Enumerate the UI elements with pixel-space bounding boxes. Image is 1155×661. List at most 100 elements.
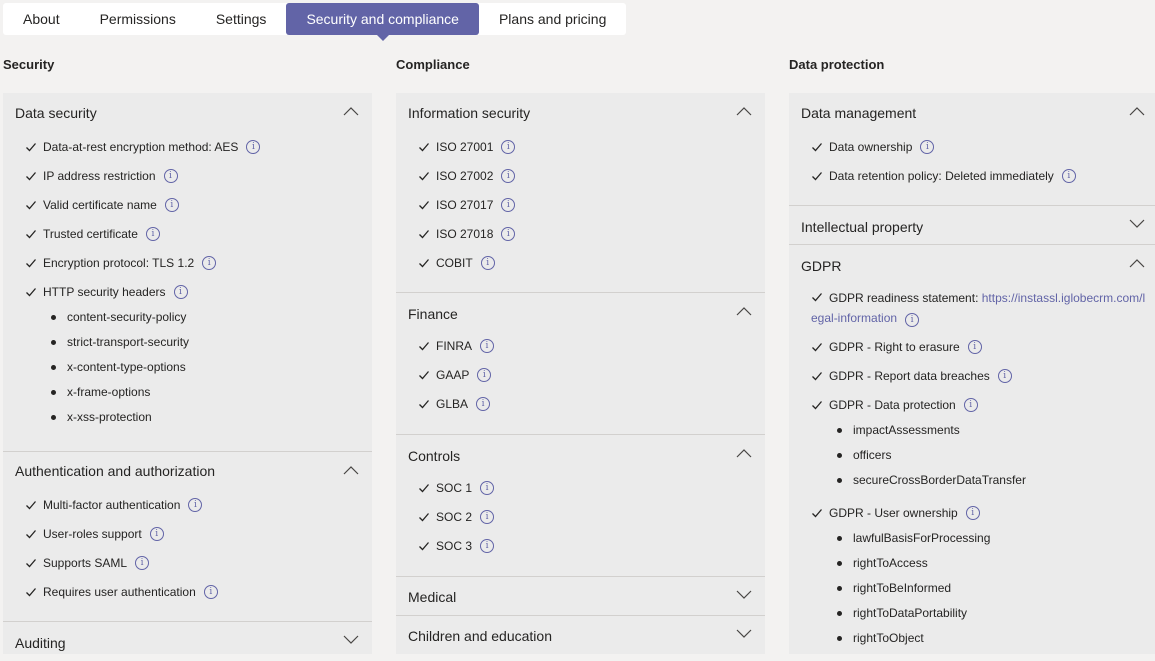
info-icon[interactable]: i	[480, 256, 495, 270]
list-item: GAAP i	[418, 365, 492, 385]
check-icon	[419, 513, 429, 522]
info-icon[interactable]: i	[476, 397, 491, 411]
sub-list-item: officers	[837, 445, 891, 465]
info-icon[interactable]: i	[135, 556, 150, 570]
controls-label: Controls	[408, 448, 461, 464]
info-icon[interactable]: i	[963, 398, 978, 412]
list-item: Valid certificate name i	[25, 195, 179, 215]
chevron-up-icon[interactable]	[736, 106, 752, 118]
info-icon[interactable]: i	[501, 198, 516, 212]
info-icon[interactable]: i	[246, 140, 261, 154]
info-icon[interactable]: i	[480, 539, 495, 553]
check-icon	[26, 559, 36, 568]
medical-panel: Medical	[396, 577, 765, 615]
info-icon[interactable]: i	[965, 506, 980, 520]
list-item: SOC 3 i	[418, 536, 495, 556]
item-label: COBIT	[436, 256, 473, 270]
list-item: Data retention policy: Deleted immediate…	[811, 166, 1076, 186]
info-icon[interactable]: i	[997, 369, 1012, 383]
list-item: Requires user authentication i	[25, 582, 218, 602]
check-icon	[419, 542, 429, 551]
bullet-dot	[837, 560, 842, 566]
info-icon[interactable]: i	[477, 368, 492, 382]
infosec-header[interactable]: Information security	[396, 93, 765, 132]
infosec-label: Information security	[408, 105, 531, 121]
info-icon[interactable]: i	[163, 169, 178, 183]
check-icon	[26, 588, 36, 597]
chevron-down-icon[interactable]	[736, 627, 752, 639]
tab-settings[interactable]: Settings	[196, 3, 287, 35]
item-label: Encryption protocol: TLS 1.2	[43, 256, 195, 270]
check-icon	[812, 172, 822, 181]
chevron-down-icon[interactable]	[736, 588, 752, 600]
children-header[interactable]: Children and education	[396, 616, 765, 655]
sub-list-item: content-security-policy	[51, 307, 186, 327]
info-icon[interactable]: i	[188, 498, 203, 512]
data-management-label: Data management	[801, 105, 917, 121]
sub-list-item: rightToAccess	[837, 553, 928, 573]
bullet-dot	[51, 414, 56, 420]
chevron-up-icon[interactable]	[343, 106, 359, 118]
tab-plans-and-pricing[interactable]: Plans and pricing	[479, 3, 626, 35]
ip-header[interactable]: Intellectual property	[789, 206, 1155, 245]
item-label: Data ownership	[829, 140, 913, 154]
bullet-dot	[51, 339, 56, 345]
info-icon[interactable]: i	[145, 227, 160, 241]
item-label: ISO 27002	[436, 169, 494, 183]
list-item: IP address restriction i	[25, 166, 178, 186]
finance-header[interactable]: Finance	[396, 293, 765, 332]
finance-label: Finance	[408, 306, 458, 322]
data-management-header[interactable]: Data management	[789, 93, 1155, 132]
chevron-up-icon[interactable]	[736, 448, 752, 460]
list-item: ISO 27001 i	[418, 137, 516, 157]
gdpr-header[interactable]: GDPR	[789, 245, 1155, 284]
children-label: Children and education	[408, 628, 552, 644]
item-label: SOC 1	[436, 481, 473, 495]
check-icon	[26, 230, 36, 239]
info-icon[interactable]: i	[480, 510, 495, 524]
tab-permissions[interactable]: Permissions	[80, 3, 196, 35]
tab-about[interactable]: About	[3, 3, 80, 35]
auth-header[interactable]: Authentication and authorization	[3, 452, 372, 491]
data-security-header[interactable]: Data security	[3, 93, 372, 132]
item-label: IP address restriction	[43, 169, 156, 183]
info-icon[interactable]: i	[501, 169, 516, 183]
info-icon[interactable]: i	[501, 140, 516, 154]
data-protection-title: Data protection	[789, 57, 885, 72]
info-icon[interactable]: i	[480, 481, 495, 495]
check-icon	[812, 509, 822, 518]
chevron-up-icon[interactable]	[343, 465, 359, 477]
info-icon[interactable]: i	[164, 198, 179, 212]
info-icon[interactable]: i	[967, 340, 982, 354]
sub-list-item: lawfulBasisForProcessing	[837, 528, 990, 548]
list-item: GDPR - Data protection i	[811, 395, 978, 415]
item-label: SOC 3	[436, 539, 473, 553]
list-item: Trusted certificate i	[25, 224, 160, 244]
item-label: strict-transport-security	[67, 335, 190, 349]
medical-header[interactable]: Medical	[396, 577, 765, 616]
info-icon[interactable]: i	[480, 339, 494, 353]
medical-label: Medical	[408, 589, 457, 605]
chevron-down-icon[interactable]	[1129, 217, 1145, 229]
list-item: GDPR - Right to erasure i	[811, 337, 982, 357]
chevron-up-icon[interactable]	[1129, 258, 1145, 270]
info-icon[interactable]: i	[920, 140, 935, 154]
info-icon[interactable]: i	[905, 313, 920, 327]
info-icon[interactable]: i	[202, 256, 217, 270]
controls-header[interactable]: Controls	[396, 435, 765, 474]
info-icon[interactable]: i	[173, 285, 188, 299]
info-icon[interactable]: i	[501, 227, 516, 241]
sub-list-item: rightToObject	[837, 628, 924, 648]
tab-security-and-compliance[interactable]: Security and compliance	[286, 3, 479, 41]
info-icon[interactable]: i	[1061, 169, 1076, 183]
info-icon[interactable]: i	[203, 585, 218, 599]
chevron-down-icon[interactable]	[343, 633, 359, 645]
sub-list-item: strict-transport-security	[51, 332, 189, 352]
auditing-header[interactable]: Auditing	[3, 622, 372, 661]
bullet-dot	[837, 610, 842, 616]
item-label: content-security-policy	[67, 310, 187, 324]
item-label: GDPR - Report data breaches	[829, 369, 990, 383]
info-icon[interactable]: i	[149, 527, 164, 541]
chevron-up-icon[interactable]	[1129, 106, 1145, 118]
chevron-up-icon[interactable]	[736, 306, 752, 318]
